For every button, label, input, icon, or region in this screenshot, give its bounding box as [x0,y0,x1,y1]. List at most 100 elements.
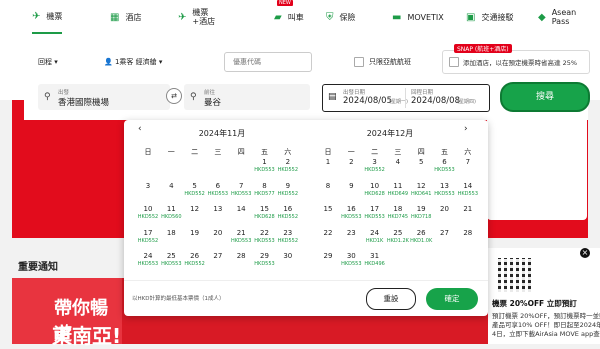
day-fare: HKD553 [230,237,252,244]
calendar-day[interactable]: 14 [229,205,253,213]
day-number: 13 [440,181,449,190]
tab-flight-hotel[interactable]: ✈ 機票+酒店 [178,0,222,34]
calendar-day[interactable]: 4 [159,182,183,190]
tab-transfer[interactable]: ▣ 交通接駁 [466,0,513,34]
calendar-day[interactable]: 8 HKD577 [253,182,277,197]
reset-button[interactable]: 重設 [366,288,416,310]
checkbox-icon[interactable] [449,57,459,67]
calendar-day[interactable]: 7 HKD553 [229,182,253,197]
day-number: 6 [215,181,221,190]
calendar-day[interactable]: 29 [316,252,340,260]
calendar-day[interactable]: 16 HKD553 [339,205,363,220]
destination-field[interactable]: ⚲ 前往 曼谷 [184,84,310,110]
calendar-day[interactable]: 12 [183,205,207,213]
calendar-day[interactable]: 24 HKD553 [136,252,160,267]
depart-value[interactable]: 2024/08/05 [343,96,392,106]
calendar-day[interactable]: 12 HKD641 [409,182,433,197]
hero-side-card[interactable] [487,110,587,220]
promo-banner-left[interactable]: 帶你暢遊 東南亞! [12,278,122,348]
passenger-select[interactable]: 👤 1乘客 經濟艙 ▾ [104,57,162,67]
calendar-day[interactable]: 20 [433,205,457,213]
calendar-day[interactable]: 5 [409,158,433,166]
calendar-day[interactable]: 26 HKD1.0K [409,229,433,244]
calendar-day[interactable]: 2 [339,158,363,166]
calendar-day[interactable]: 11 HKD649 [386,182,410,197]
calendar-day[interactable]: 29 HKD553 [253,252,277,267]
calendar-day[interactable]: 22 HKD553 [253,229,277,244]
bus-icon: ▣ [466,11,476,23]
close-icon[interactable]: × [580,248,590,258]
calendar-day[interactable]: 22 [316,229,340,237]
calendar-day[interactable]: 1 [316,158,340,166]
calendar-day[interactable]: 3 [136,182,160,190]
calendar-day[interactable]: 1 HKD553 [253,158,277,173]
calendar-day[interactable]: 18 HKD745 [386,205,410,220]
calendar-day[interactable]: 4 [386,158,410,166]
tab-label: MOVETIX [407,12,444,22]
trip-type-select[interactable]: 回程 ▾ [38,57,58,67]
calendar-day[interactable]: 17 HKD552 [136,229,160,244]
calendar-day[interactable]: 26 HKD552 [183,252,207,267]
day-number: 10 [143,205,153,213]
calendar-day[interactable]: 13 [206,205,230,213]
checkbox-icon[interactable] [354,57,364,67]
calendar-day[interactable]: 21 HKD553 [229,229,253,244]
app-promo-card[interactable]: 機票 20%OFF 立即預訂 預訂機票 20%OFF，預訂機票時一並購 產品可享… [488,248,600,344]
calendar-day[interactable]: 23 [339,229,363,237]
calendar-day[interactable]: 30 [276,252,300,260]
calendar-day[interactable]: 28 [456,229,480,237]
date-field[interactable]: ▤ 出發日期 2024/08/05 (星期一) 回程日期 2024/08/08 … [322,84,490,112]
calendar-day[interactable]: 28 [229,252,253,260]
calendar-day[interactable]: 3 HKD552 [363,158,387,173]
calendar-day[interactable]: 9 [339,182,363,190]
calendar-day[interactable]: 15 [316,205,340,213]
day-number: 27 [213,252,223,260]
calendar-day[interactable]: 6 HKD553 [206,182,230,197]
calendar-day[interactable]: 13 HKD553 [433,182,457,197]
promo-code-input[interactable] [231,57,315,67]
promo-code-field[interactable] [224,52,315,72]
tab-insurance[interactable]: ⛨ 保險 [326,0,356,34]
calendar-day[interactable]: 2 HKD552 [276,158,300,173]
next-month-icon[interactable]: › [464,124,468,134]
calendar-day[interactable]: 30 HKD553 [339,252,363,267]
calendar-day[interactable]: 9 HKD552 [276,182,300,197]
calendar-day[interactable]: 25 HKD1.2K [386,229,410,244]
calendar-day[interactable]: 19 HKD718 [409,205,433,220]
day-number: 19 [190,228,200,237]
return-value[interactable]: 2024/08/08 [411,96,460,106]
tab-hotels[interactable]: ▦ 酒店 [110,0,141,34]
asia-only-checkbox[interactable]: 只限亞航航班 [354,57,411,67]
origin-field[interactable]: ⚲ 出發 香港國際機場 [38,84,170,110]
calendar-day[interactable]: 19 [183,229,207,237]
calendar-day[interactable]: 11 HKD560 [159,205,183,220]
banner-line-2: 東南亞! [52,324,122,348]
calendar-day[interactable]: 14 HKD553 [456,182,480,197]
confirm-button[interactable]: 確定 [426,288,478,310]
calendar-day[interactable]: 24 HKD1K [363,229,387,244]
calendar-day[interactable]: 15 HKD628 [253,205,277,220]
prev-month-icon[interactable]: ‹ [138,124,142,134]
calendar-day[interactable]: 25 HKD553 [159,252,183,267]
calendar-day[interactable]: 8 [316,182,340,190]
calendar-day[interactable]: 27 [206,252,230,260]
calendar-day[interactable]: 16 HKD552 [276,205,300,220]
calendar-day[interactable]: 18 [159,229,183,237]
calendar-day[interactable]: 20 [206,229,230,237]
calendar-day[interactable]: 6 HKD553 [433,158,457,173]
calendar-day[interactable]: 23 HKD552 [276,229,300,244]
calendar-day[interactable]: 27 [433,229,457,237]
calendar-day[interactable]: 17 HKD553 [363,205,387,220]
swap-icon[interactable]: ⇄ [166,88,182,104]
tab-movetix[interactable]: ▬ MOVETIX [392,0,444,34]
calendar-day[interactable]: 10 HKD552 [136,205,160,220]
snap-option[interactable]: 添加酒店，以在預定機票時省高達 25% [442,50,590,74]
calendar-day[interactable]: 5 HKD552 [183,182,207,197]
calendar-day[interactable]: 21 [456,205,480,213]
search-button[interactable]: 搜尋 [500,82,590,112]
calendar-day[interactable]: 31 HKD496 [363,252,387,267]
tab-asean-pass[interactable]: ◆ Asean Pass [538,0,582,34]
tab-flights[interactable]: ✈ 機票 [32,0,63,34]
calendar-day[interactable]: 10 HKD628 [363,182,387,197]
calendar-day[interactable]: 7 [456,158,480,166]
